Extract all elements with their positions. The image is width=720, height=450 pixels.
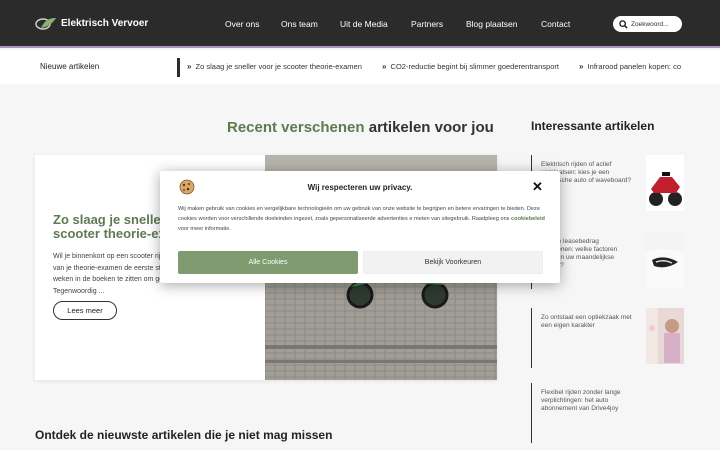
discover-heading: Ontdek de nieuwste artikelen die je niet… [35, 428, 333, 442]
ticker-items: » Zo slaag je sneller voor je scooter th… [187, 62, 720, 71]
ticker-item[interactable]: » CO2-reductie begint bij slimmer goeder… [382, 62, 568, 71]
ticker-item[interactable]: » Zo slaag je sneller voor je scooter th… [187, 62, 371, 71]
cookie-consent-dialog: Wij respecteren uw privacy. ✕ Wij maken … [160, 171, 560, 283]
cookie-dialog-title: Wij respecteren uw privacy. [307, 183, 413, 192]
search-icon [619, 19, 628, 29]
double-chevron-icon: » [381, 62, 387, 71]
sidebar-article[interactable]: Zo ontstaat een optiekzaak met een eigen… [531, 308, 684, 368]
site-header: Elektrisch Vervoer Over ons Ons team Uit… [0, 0, 720, 48]
nav-blog-plaatsen[interactable]: Blog plaatsen [466, 19, 518, 29]
view-preferences-button[interactable]: Bekijk Voorkeuren [363, 251, 543, 274]
ticker-item[interactable]: » Infrarood panelen kopen: co [579, 62, 690, 71]
sidebar-title: Interessante artikelen [531, 119, 655, 133]
sidebar-article[interactable]: Flexibel rijden zonder lange verplichtin… [531, 383, 683, 443]
sidebar-article-title: Zo ontstaat een optiekzaak met een eigen… [541, 314, 632, 329]
ticker-divider [177, 58, 180, 77]
recent-articles-heading: Recent verschenen artikelen voor jou [227, 119, 494, 136]
logo[interactable]: Elektrisch Vervoer [35, 16, 148, 30]
double-chevron-icon: » [187, 62, 192, 71]
nav-over-ons[interactable]: Over ons [225, 19, 260, 29]
cookie-dialog-text: Wij maken gebruik van cookies en vergeli… [178, 206, 545, 232]
search-input[interactable] [631, 20, 679, 28]
leaf-logo-icon [35, 18, 56, 30]
nav-partners[interactable]: Partners [411, 19, 443, 29]
double-chevron-icon: » [579, 62, 584, 71]
close-icon[interactable]: ✕ [532, 180, 543, 193]
logo-text: Elektrisch Vervoer [61, 17, 149, 29]
sidebar-article-title: Flexibel rijden zonder lange verplichtin… [541, 389, 621, 412]
nav-uit-de-media[interactable]: Uit de Media [340, 19, 388, 29]
search-box[interactable] [613, 16, 682, 32]
ticker-label: Nieuwe artikelen [40, 62, 100, 71]
cookie-policy-link[interactable]: cookiebeleid [511, 216, 545, 222]
read-more-button[interactable]: Lees meer [53, 301, 117, 320]
car-headlight-icon [646, 232, 684, 288]
accept-all-cookies-button[interactable]: Alle Cookies [178, 251, 358, 274]
nav-contact[interactable]: Contact [541, 19, 570, 29]
news-ticker: Nieuwe artikelen » Zo slaag je sneller v… [0, 50, 720, 84]
optician-icon [646, 308, 684, 364]
quad-icon [646, 155, 684, 211]
nav-ons-team[interactable]: Ons team [281, 19, 318, 29]
